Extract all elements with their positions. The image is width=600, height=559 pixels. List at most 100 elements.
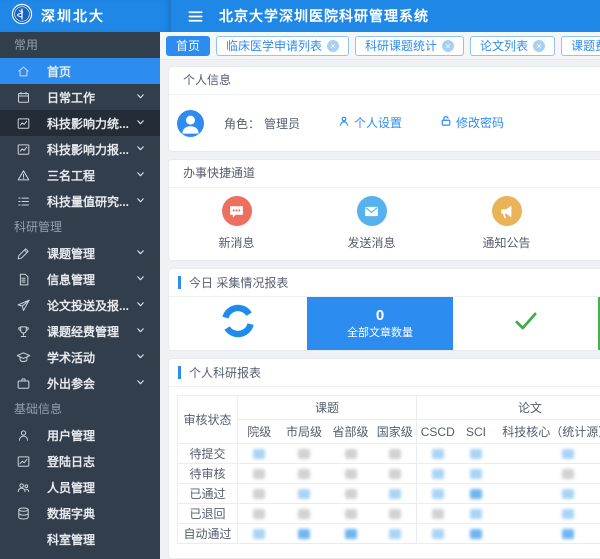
- table-cell: [328, 484, 374, 504]
- blurred-value[interactable]: [253, 529, 265, 539]
- blurred-value[interactable]: [253, 509, 265, 519]
- blurred-value[interactable]: [389, 449, 401, 459]
- blurred-value[interactable]: [389, 469, 401, 479]
- user-icon: [16, 427, 32, 443]
- sidebar-item-log-2-1[interactable]: 登陆日志: [0, 448, 160, 474]
- app-window: 深圳北大 北京大学深圳医院科研管理系统 常用首页日常工作科技影响力统...科技影…: [0, 0, 600, 559]
- chart-icon: [16, 141, 32, 157]
- close-icon[interactable]: ×: [533, 40, 545, 52]
- close-icon[interactable]: ×: [327, 40, 339, 52]
- table-cell: [281, 464, 328, 484]
- chevron-down-icon: [135, 247, 147, 259]
- blurred-value[interactable]: [562, 469, 574, 479]
- link-change-password[interactable]: 修改密码: [440, 114, 504, 131]
- row-status-label: 待审核: [178, 464, 238, 484]
- blurred-value[interactable]: [432, 489, 444, 499]
- sidebar-item-database-2-3[interactable]: 数据字典: [0, 500, 160, 526]
- blurred-value[interactable]: [389, 489, 401, 499]
- avatar: [177, 110, 204, 137]
- table-cell: [374, 484, 417, 504]
- blurred-value[interactable]: [432, 509, 444, 519]
- blurred-value[interactable]: [253, 469, 265, 479]
- blurred-value[interactable]: [432, 529, 444, 539]
- tab-2[interactable]: 科研课题统计×: [355, 36, 464, 56]
- blurred-value[interactable]: [470, 449, 482, 459]
- tab-3[interactable]: 论文列表×: [470, 36, 555, 56]
- sidebar-item-warning-0-4[interactable]: 三名工程: [0, 162, 160, 188]
- blurred-value[interactable]: [470, 489, 482, 499]
- sidebar: 常用首页日常工作科技影响力统...科技影响力报...三名工程科技量值研究...科…: [0, 32, 160, 559]
- tab-4[interactable]: 课题费用报表×: [561, 36, 600, 56]
- personal-report-body: 审核状态课题论文院级市局级省部级国家级CSCDSCI科技核心（统计源）期刊待提交…: [169, 387, 600, 558]
- blurred-value[interactable]: [389, 529, 401, 539]
- blurred-value[interactable]: [298, 489, 310, 499]
- blurred-value[interactable]: [253, 489, 265, 499]
- link-personal-settings[interactable]: 个人设置: [338, 114, 402, 131]
- close-icon[interactable]: ×: [442, 40, 454, 52]
- sidebar-item-chart-0-3[interactable]: 科技影响力报...: [0, 136, 160, 162]
- quick-channel-item-1[interactable]: 发送消息: [304, 196, 439, 251]
- sidebar-item-list-0-5[interactable]: 科技量值研究...: [0, 188, 160, 214]
- blurred-value[interactable]: [562, 529, 574, 539]
- sidebar-item-briefcase-1-5[interactable]: 外出参会: [0, 370, 160, 396]
- sidebar-item-document-1-1[interactable]: 信息管理: [0, 266, 160, 292]
- chevron-down-icon: [135, 377, 147, 389]
- table-row: 自动通过: [178, 524, 600, 544]
- sidebar-item-search-2-5[interactable]: 权限管理: [0, 552, 160, 559]
- sidebar-item-users-2-2[interactable]: 人员管理: [0, 474, 160, 500]
- row-status-label: 已通过: [178, 484, 238, 504]
- blurred-value[interactable]: [298, 449, 310, 459]
- list-icon: [16, 193, 32, 209]
- blurred-value[interactable]: [298, 529, 310, 539]
- blurred-value[interactable]: [298, 469, 310, 479]
- blurred-value[interactable]: [432, 469, 444, 479]
- row-status-label: 自动通过: [178, 524, 238, 544]
- tab-0[interactable]: 首页: [166, 36, 210, 56]
- blurred-value[interactable]: [253, 449, 265, 459]
- blurred-value[interactable]: [432, 449, 444, 459]
- chevron-down-icon: [135, 91, 147, 103]
- sidebar-item-label: 论文投送及报...: [47, 297, 135, 314]
- blurred-value[interactable]: [470, 469, 482, 479]
- sidebar-item-user-2-0[interactable]: 用户管理: [0, 422, 160, 448]
- blurred-value[interactable]: [345, 449, 357, 459]
- blurred-value[interactable]: [562, 489, 574, 499]
- blurred-value[interactable]: [345, 489, 357, 499]
- table-cell: [459, 504, 494, 524]
- logo-text: 深圳北大: [41, 6, 105, 26]
- table-column-header: 科技核心（统计源）期刊: [494, 420, 600, 444]
- blurred-value[interactable]: [562, 509, 574, 519]
- stat-check[interactable]: [453, 297, 598, 350]
- sidebar-item-none-2-4[interactable]: 科室管理: [0, 526, 160, 552]
- today-report-stats: 0全部文章数量: [169, 297, 600, 350]
- table-cell: [238, 484, 281, 504]
- sidebar-item-calendar-0-1[interactable]: 日常工作: [0, 84, 160, 110]
- blurred-value[interactable]: [298, 509, 310, 519]
- sidebar-item-home-0-0[interactable]: 首页: [0, 58, 160, 84]
- sidebar-item-chart-0-2[interactable]: 科技影响力统...: [0, 110, 160, 136]
- stat-total-articles[interactable]: 0全部文章数量: [307, 297, 453, 350]
- blurred-value[interactable]: [389, 509, 401, 519]
- blurred-value[interactable]: [345, 469, 357, 479]
- calendar-icon: [16, 89, 32, 105]
- sidebar-item-send-1-2[interactable]: 论文投送及报...: [0, 292, 160, 318]
- blurred-value[interactable]: [470, 529, 482, 539]
- blurred-value[interactable]: [345, 509, 357, 519]
- tab-label: 临床医学申请列表: [226, 37, 322, 54]
- quick-channel-item-0[interactable]: 新消息: [169, 196, 304, 251]
- menu-toggle-icon[interactable]: [187, 8, 204, 25]
- chevron-down-icon: [135, 351, 147, 363]
- quick-channel-item-2[interactable]: 通知公告: [439, 196, 574, 251]
- blurred-value[interactable]: [562, 449, 574, 459]
- sidebar-item-trophy-1-3[interactable]: 课题经费管理: [0, 318, 160, 344]
- sidebar-item-education-1-4[interactable]: 学术活动: [0, 344, 160, 370]
- blurred-value[interactable]: [345, 529, 357, 539]
- tab-1[interactable]: 临床医学申请列表 ×: [216, 36, 349, 56]
- sidebar-item-pen-1-0[interactable]: 课题管理: [0, 240, 160, 266]
- blurred-value[interactable]: [470, 509, 482, 519]
- sidebar-section-label: 科研管理: [0, 214, 160, 240]
- personal-info-card: 个人信息 角色：管理员 个人设置修改密码: [168, 66, 600, 152]
- stat-spinner[interactable]: [169, 297, 307, 350]
- logo-area[interactable]: 深圳北大: [0, 0, 171, 32]
- main-area: 首页临床医学申请列表×科研课题统计×论文列表×课题费用报表×用户列表× 个人信息…: [160, 32, 600, 559]
